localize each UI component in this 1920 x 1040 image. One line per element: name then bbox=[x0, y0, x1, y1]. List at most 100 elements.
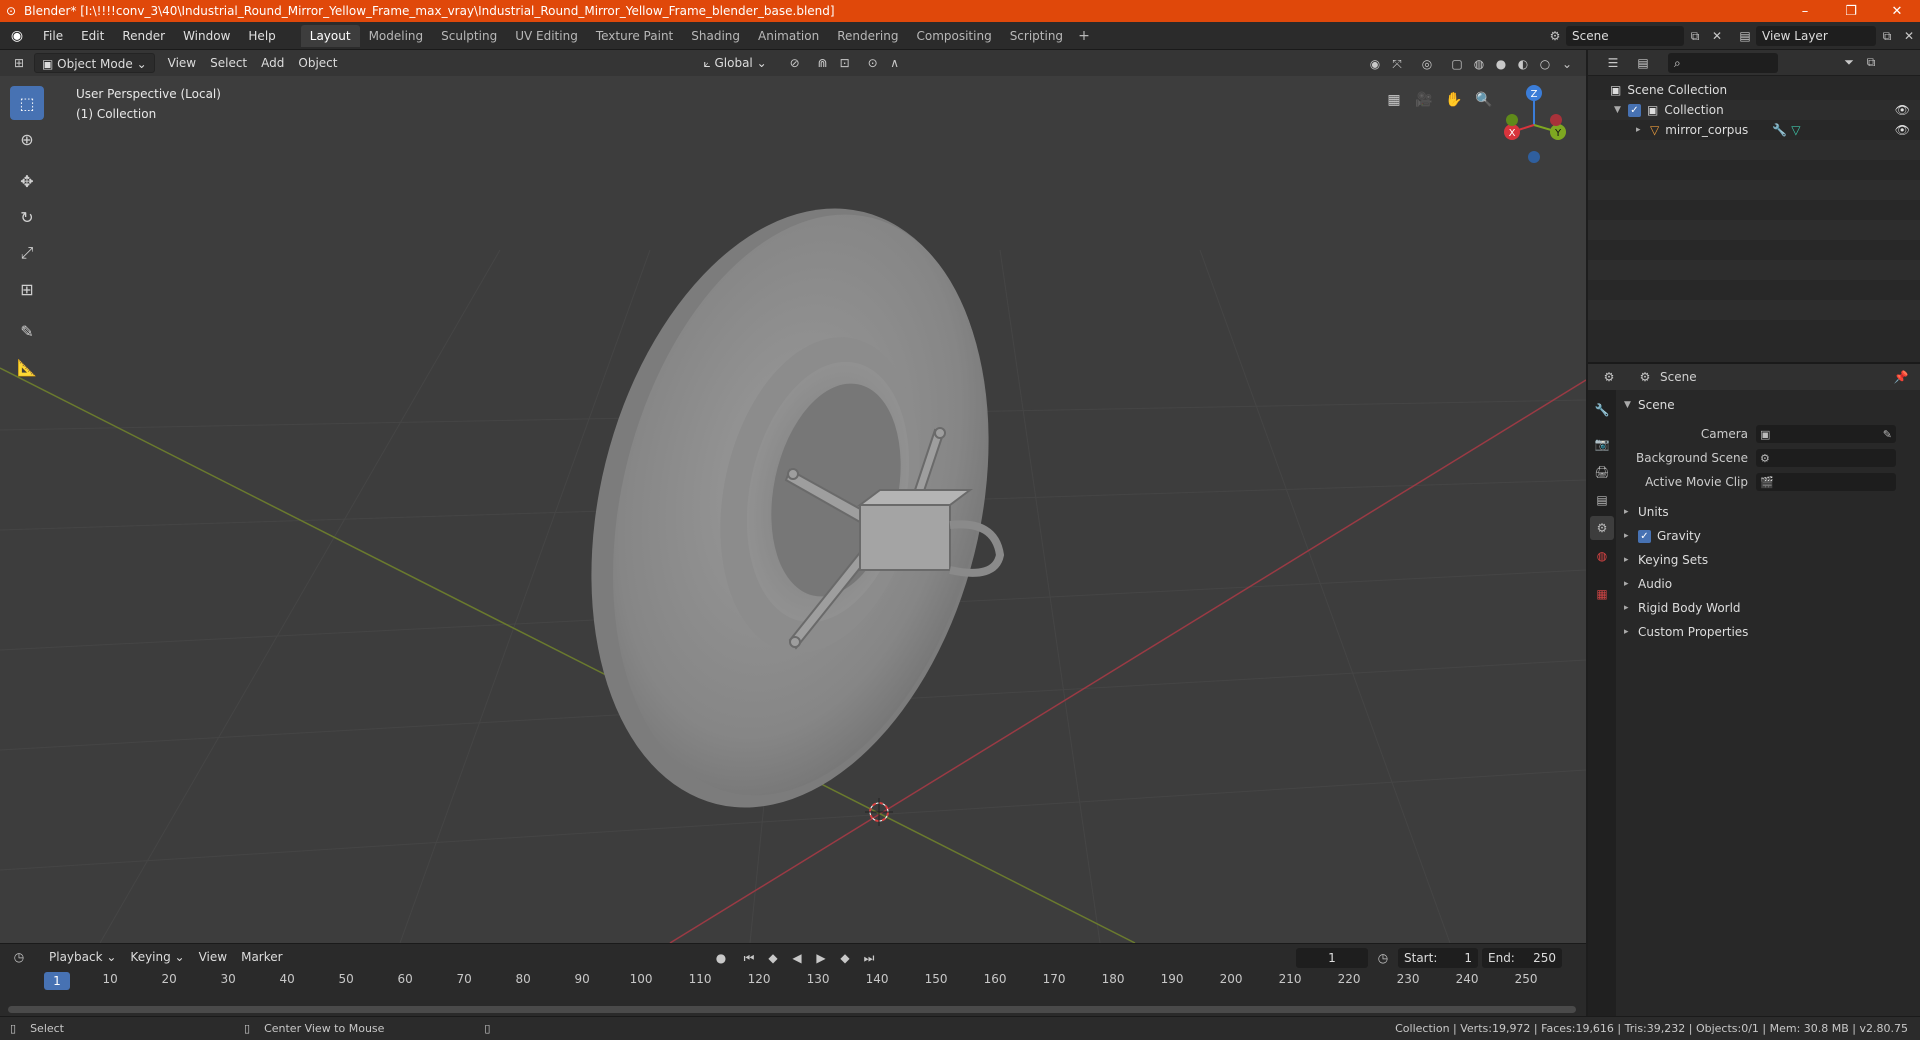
tab-scripting[interactable]: Scripting bbox=[1001, 25, 1072, 47]
keying-sets-panel-header[interactable]: ▸ Keying Sets bbox=[1618, 548, 1918, 572]
solid-shading-icon[interactable]: ● bbox=[1490, 53, 1512, 75]
rigid-body-world-panel-header[interactable]: ▸ Rigid Body World bbox=[1618, 596, 1918, 620]
timeline-editor-type-icon[interactable]: ◷ bbox=[8, 946, 30, 968]
rendered-shading-icon[interactable]: ○ bbox=[1534, 53, 1556, 75]
falloff-icon[interactable]: ∧ bbox=[884, 52, 906, 74]
menu-help[interactable]: Help bbox=[239, 22, 284, 50]
snap-icon[interactable]: ⋒ bbox=[812, 52, 834, 74]
active-movie-clip-field[interactable]: 🎬 bbox=[1756, 473, 1896, 491]
tab-modeling[interactable]: Modeling bbox=[360, 25, 433, 47]
menu-add[interactable]: Add bbox=[254, 53, 291, 73]
cursor-tool-icon[interactable]: ⊕ bbox=[10, 122, 44, 156]
tab-texture-paint[interactable]: Texture Paint bbox=[587, 25, 682, 47]
add-workspace-button[interactable]: + bbox=[1072, 28, 1096, 44]
xray-icon[interactable]: ▢ bbox=[1446, 53, 1468, 75]
snap-target-icon[interactable]: ⊡ bbox=[834, 52, 856, 74]
close-button[interactable]: ✕ bbox=[1874, 0, 1920, 22]
prev-keyframe-icon[interactable]: ◆ bbox=[762, 947, 784, 969]
overlay-icon[interactable]: ◎ bbox=[1416, 53, 1438, 75]
jump-end-icon[interactable]: ⏭ bbox=[858, 947, 880, 969]
mesh-data-icon[interactable]: ▽ bbox=[1791, 123, 1800, 137]
eye-icon[interactable]: 👁 bbox=[1895, 123, 1910, 137]
tool-tab-icon[interactable]: 🔧 bbox=[1590, 398, 1614, 422]
3d-viewport[interactable]: Z Y X ⊞ ▣ Object Mode ⌄ View Select Add … bbox=[0, 50, 1586, 943]
view-layer-selector[interactable]: View Layer bbox=[1756, 26, 1876, 46]
timeline-ruler[interactable]: 1 10 20 30 40 50 60 70 80 90 100 110 120 130 140 150 160… bbox=[0, 972, 1586, 992]
tab-compositing[interactable]: Compositing bbox=[907, 25, 1000, 47]
output-tab-icon[interactable]: 🖨 bbox=[1590, 460, 1614, 484]
camera-field[interactable]: ▣ ✎ bbox=[1756, 425, 1896, 443]
delete-scene-icon[interactable]: ✕ bbox=[1706, 25, 1728, 47]
scene-panel-header[interactable]: ▼ Scene bbox=[1618, 394, 1918, 416]
rotate-tool-icon[interactable]: ↻ bbox=[10, 200, 44, 234]
shading-options-icon[interactable]: ⌄ bbox=[1556, 53, 1578, 75]
next-keyframe-icon[interactable]: ◆ bbox=[834, 947, 856, 969]
current-frame-field[interactable]: 1 bbox=[1296, 948, 1368, 968]
ortho-toggle-icon[interactable]: ▦ bbox=[1380, 86, 1408, 114]
play-icon[interactable]: ▶ bbox=[810, 947, 832, 969]
gravity-panel-header[interactable]: ▸ ✓ Gravity bbox=[1618, 524, 1918, 548]
proportional-edit-icon[interactable]: ⊙ bbox=[862, 52, 884, 74]
camera-view-icon[interactable]: 🎥 bbox=[1410, 86, 1438, 114]
filter-icon[interactable]: ⏷ bbox=[1838, 52, 1860, 74]
display-mode-icon[interactable]: ▤ bbox=[1632, 52, 1654, 74]
current-frame-indicator[interactable]: 1 bbox=[44, 972, 70, 990]
outliner-row-mirror-corpus[interactable]: ▸ ▽ mirror_corpus 🔧 ▽ 👁 bbox=[1588, 120, 1920, 140]
jump-start-icon[interactable]: ⏮ bbox=[738, 947, 760, 969]
clock-icon[interactable]: ◷ bbox=[1372, 947, 1394, 969]
tab-shading[interactable]: Shading bbox=[682, 25, 749, 47]
outliner-row-collection[interactable]: ▼ ✓ ▣ Collection 👁 bbox=[1588, 100, 1920, 120]
minimize-button[interactable]: – bbox=[1782, 0, 1828, 22]
eyedropper-icon[interactable]: ✎ bbox=[1883, 428, 1896, 441]
audio-panel-header[interactable]: ▸ Audio bbox=[1618, 572, 1918, 596]
navigation-gizmo[interactable]: Z Y X bbox=[1504, 85, 1566, 163]
play-reverse-icon[interactable]: ◀ bbox=[786, 947, 808, 969]
visibility-icon[interactable]: ◉ bbox=[1364, 53, 1386, 75]
units-panel-header[interactable]: ▸ Units bbox=[1618, 500, 1918, 524]
gizmo-toggle-icon[interactable]: ⤧ bbox=[1386, 53, 1408, 75]
texture-tab-icon[interactable]: ▦ bbox=[1590, 582, 1614, 606]
menu-marker[interactable]: Marker bbox=[234, 947, 289, 967]
tab-uv-editing[interactable]: UV Editing bbox=[506, 25, 587, 47]
render-tab-icon[interactable]: 📷 bbox=[1590, 432, 1614, 456]
object-mode-dropdown[interactable]: ▣ Object Mode ⌄ bbox=[34, 53, 155, 73]
properties-editor-type-icon[interactable]: ⚙ bbox=[1598, 366, 1620, 388]
menu-select[interactable]: Select bbox=[203, 53, 254, 73]
menu-keying[interactable]: Keying ⌄ bbox=[123, 947, 191, 967]
maximize-button[interactable]: ❐ bbox=[1828, 0, 1874, 22]
select-box-tool-icon[interactable]: ⬚ bbox=[10, 86, 44, 120]
custom-properties-panel-header[interactable]: ▸ Custom Properties bbox=[1618, 620, 1918, 644]
end-frame-field[interactable]: End: 250 bbox=[1482, 948, 1562, 968]
tab-rendering[interactable]: Rendering bbox=[828, 25, 907, 47]
measure-tool-icon[interactable]: 📐 bbox=[10, 350, 44, 384]
menu-timeline-view[interactable]: View bbox=[192, 947, 234, 967]
menu-render[interactable]: Render bbox=[113, 22, 174, 50]
delete-view-layer-icon[interactable]: ✕ bbox=[1898, 25, 1920, 47]
expand-arrow-icon[interactable]: ▸ bbox=[1636, 125, 1650, 135]
menu-playback[interactable]: Playback ⌄ bbox=[42, 947, 123, 967]
wireframe-shading-icon[interactable]: ◍ bbox=[1468, 53, 1490, 75]
scene-selector[interactable]: Scene bbox=[1566, 26, 1684, 46]
tab-animation[interactable]: Animation bbox=[749, 25, 828, 47]
outliner-search-input[interactable]: ⌕ bbox=[1668, 52, 1778, 73]
editor-type-icon[interactable]: ⊞ bbox=[8, 52, 30, 74]
new-collection-icon[interactable]: ⧉ bbox=[1860, 52, 1882, 74]
menu-window[interactable]: Window bbox=[174, 22, 239, 50]
outliner-editor-type-icon[interactable]: ☰ bbox=[1602, 52, 1624, 74]
collection-checkbox[interactable]: ✓ bbox=[1628, 103, 1641, 117]
start-frame-field[interactable]: Start: 1 bbox=[1398, 948, 1478, 968]
pivot-icon[interactable]: ⊘ bbox=[784, 52, 806, 74]
pin-icon[interactable]: 📌 bbox=[1890, 366, 1912, 388]
background-scene-field[interactable]: ⚙ bbox=[1756, 449, 1896, 467]
transform-tool-icon[interactable]: ⊞ bbox=[10, 272, 44, 306]
view-layer-tab-icon[interactable]: ▤ bbox=[1590, 488, 1614, 512]
outliner-row-scene-collection[interactable]: ▣ Scene Collection bbox=[1588, 80, 1920, 100]
scene-tab-icon[interactable]: ⚙ bbox=[1590, 516, 1614, 540]
new-scene-icon[interactable]: ⧉ bbox=[1684, 25, 1706, 47]
expand-arrow-icon[interactable]: ▼ bbox=[1614, 105, 1628, 115]
modifier-wrench-icon[interactable]: 🔧 bbox=[1772, 123, 1787, 137]
zoom-icon[interactable]: 🔍 bbox=[1470, 86, 1498, 114]
menu-object[interactable]: Object bbox=[291, 53, 344, 73]
menu-file[interactable]: File bbox=[34, 22, 72, 50]
timeline-scrollbar[interactable] bbox=[8, 1006, 1576, 1013]
